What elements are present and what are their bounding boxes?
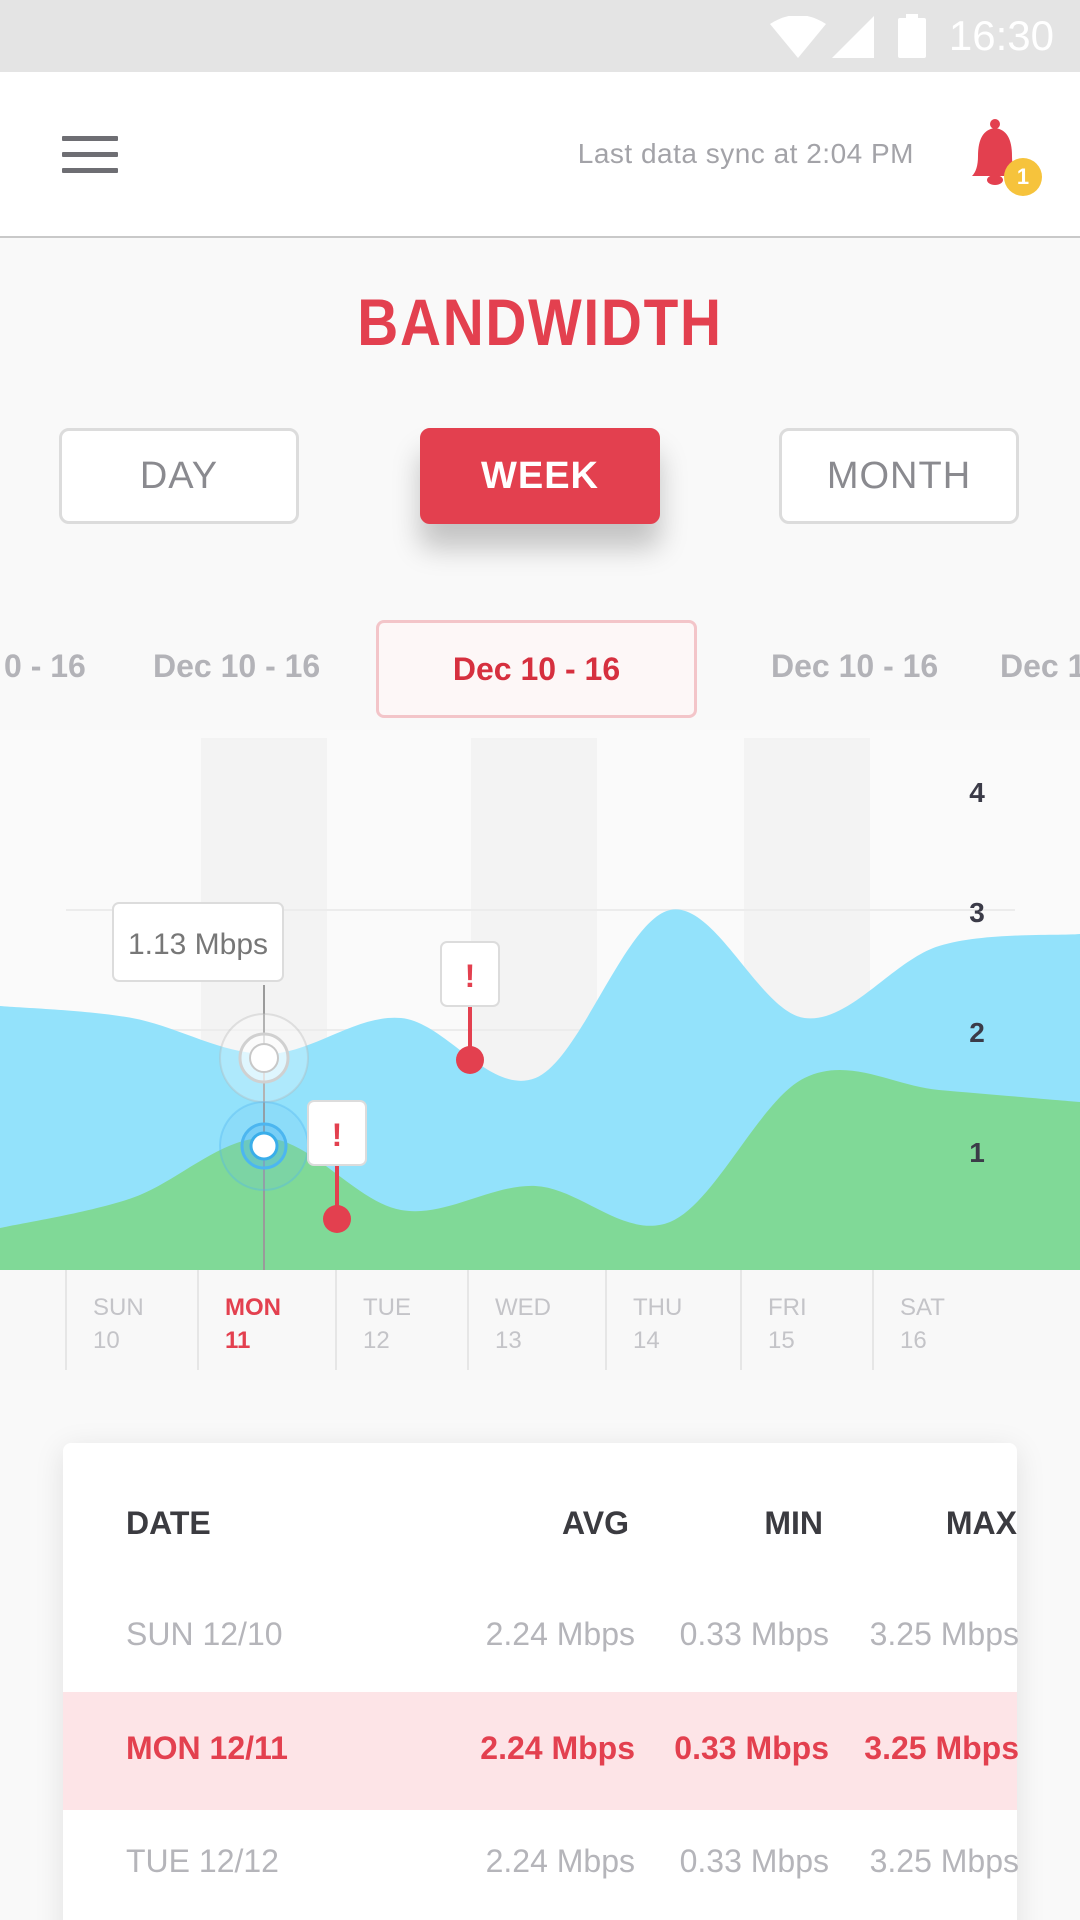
week-option[interactable]: Dec 10 xyxy=(1000,648,1080,685)
day-date-label: 13 xyxy=(495,1327,522,1354)
day-label-area xyxy=(0,1270,1080,1380)
row-date: MON 12/11 xyxy=(126,1730,288,1766)
day-label: THU xyxy=(633,1294,682,1321)
status-bar: 16:30 xyxy=(0,0,1080,72)
y-tick-label: 3 xyxy=(969,897,985,928)
tooltip-value: 1.13 Mbps xyxy=(128,928,268,961)
cellular-signal-icon xyxy=(832,16,874,58)
alert-icon: ! xyxy=(465,958,476,994)
y-tick-label: 2 xyxy=(969,1017,985,1048)
tab-week[interactable]: WEEK xyxy=(420,428,660,524)
row-max: 3.25 Mbps xyxy=(869,1616,1019,1652)
menu-icon[interactable] xyxy=(62,136,118,176)
app-bar: Last data sync at 2:04 PM xyxy=(0,72,1080,238)
column-header-date: DATE xyxy=(126,1505,211,1541)
table-row[interactable]: TUE 12/12 2.24 Mbps 0.33 Mbps 3.25 Mbps xyxy=(63,1805,1019,1920)
row-date: SUN 12/10 xyxy=(126,1616,283,1652)
alert-point xyxy=(323,1205,351,1233)
y-tick-label: 4 xyxy=(969,777,985,808)
day-date-label: 15 xyxy=(768,1327,795,1354)
bandwidth-chart[interactable]: 4 3 2 1 1.13 Mbps!! SUN 10 MON 11 TUE 12 WED 13 THU 14… xyxy=(0,730,1080,1380)
week-option[interactable]: Dec 10 - 16 xyxy=(153,648,320,685)
day-label: SAT xyxy=(900,1294,945,1321)
table-row-selected[interactable]: MON 12/11 2.24 Mbps 0.33 Mbps 3.25 Mbps xyxy=(63,1692,1019,1810)
notification-badge: 1 xyxy=(1004,158,1042,196)
day-date-label: 16 xyxy=(900,1327,927,1354)
row-max: 3.25 Mbps xyxy=(869,1843,1019,1879)
row-date: TUE 12/12 xyxy=(126,1843,279,1879)
day-label: TUE xyxy=(363,1294,411,1321)
alert-point xyxy=(456,1046,484,1074)
tab-day[interactable]: DAY xyxy=(59,428,299,524)
day-label: FRI xyxy=(768,1294,807,1321)
bandwidth-table: DATE AVG MIN MAX SUN 12/10 2.24 Mbps 0.3… xyxy=(63,1443,1019,1920)
battery-icon xyxy=(898,14,926,58)
row-avg: 2.24 Mbps xyxy=(480,1730,635,1766)
day-label: WED xyxy=(495,1294,551,1321)
day-date-label: 14 xyxy=(633,1327,660,1354)
page-title: BANDWIDTH xyxy=(357,285,723,359)
row-max: 3.25 Mbps xyxy=(864,1730,1019,1766)
day-date-label: 11 xyxy=(225,1327,250,1354)
wifi-icon xyxy=(770,16,826,58)
y-tick-label: 1 xyxy=(969,1137,985,1168)
week-option[interactable]: 0 - 16 xyxy=(4,648,86,685)
column-header-avg: AVG xyxy=(562,1505,629,1541)
row-avg: 2.24 Mbps xyxy=(485,1843,635,1879)
selection-point-lower-core xyxy=(249,1131,279,1161)
table-row[interactable]: SUN 12/10 2.24 Mbps 0.33 Mbps 3.25 Mbps xyxy=(63,1578,1019,1696)
week-option-selected[interactable]: Dec 10 - 16 xyxy=(376,620,697,718)
row-avg: 2.24 Mbps xyxy=(485,1616,635,1652)
week-option[interactable]: Dec 10 - 16 xyxy=(771,648,938,685)
status-time: 16:30 xyxy=(948,12,1054,59)
day-date-label: 12 xyxy=(363,1327,390,1354)
day-label: MON xyxy=(225,1294,281,1321)
alert-icon: ! xyxy=(332,1117,343,1153)
tab-month[interactable]: MONTH xyxy=(779,428,1019,524)
selection-point-upper-core xyxy=(249,1043,279,1073)
day-label: SUN xyxy=(93,1294,144,1321)
column-header-max: MAX xyxy=(945,1505,1017,1541)
day-date-label: 10 xyxy=(93,1327,120,1354)
column-header-min: MIN xyxy=(764,1505,823,1541)
sync-status-text: Last data sync at 2:04 PM xyxy=(577,138,914,169)
